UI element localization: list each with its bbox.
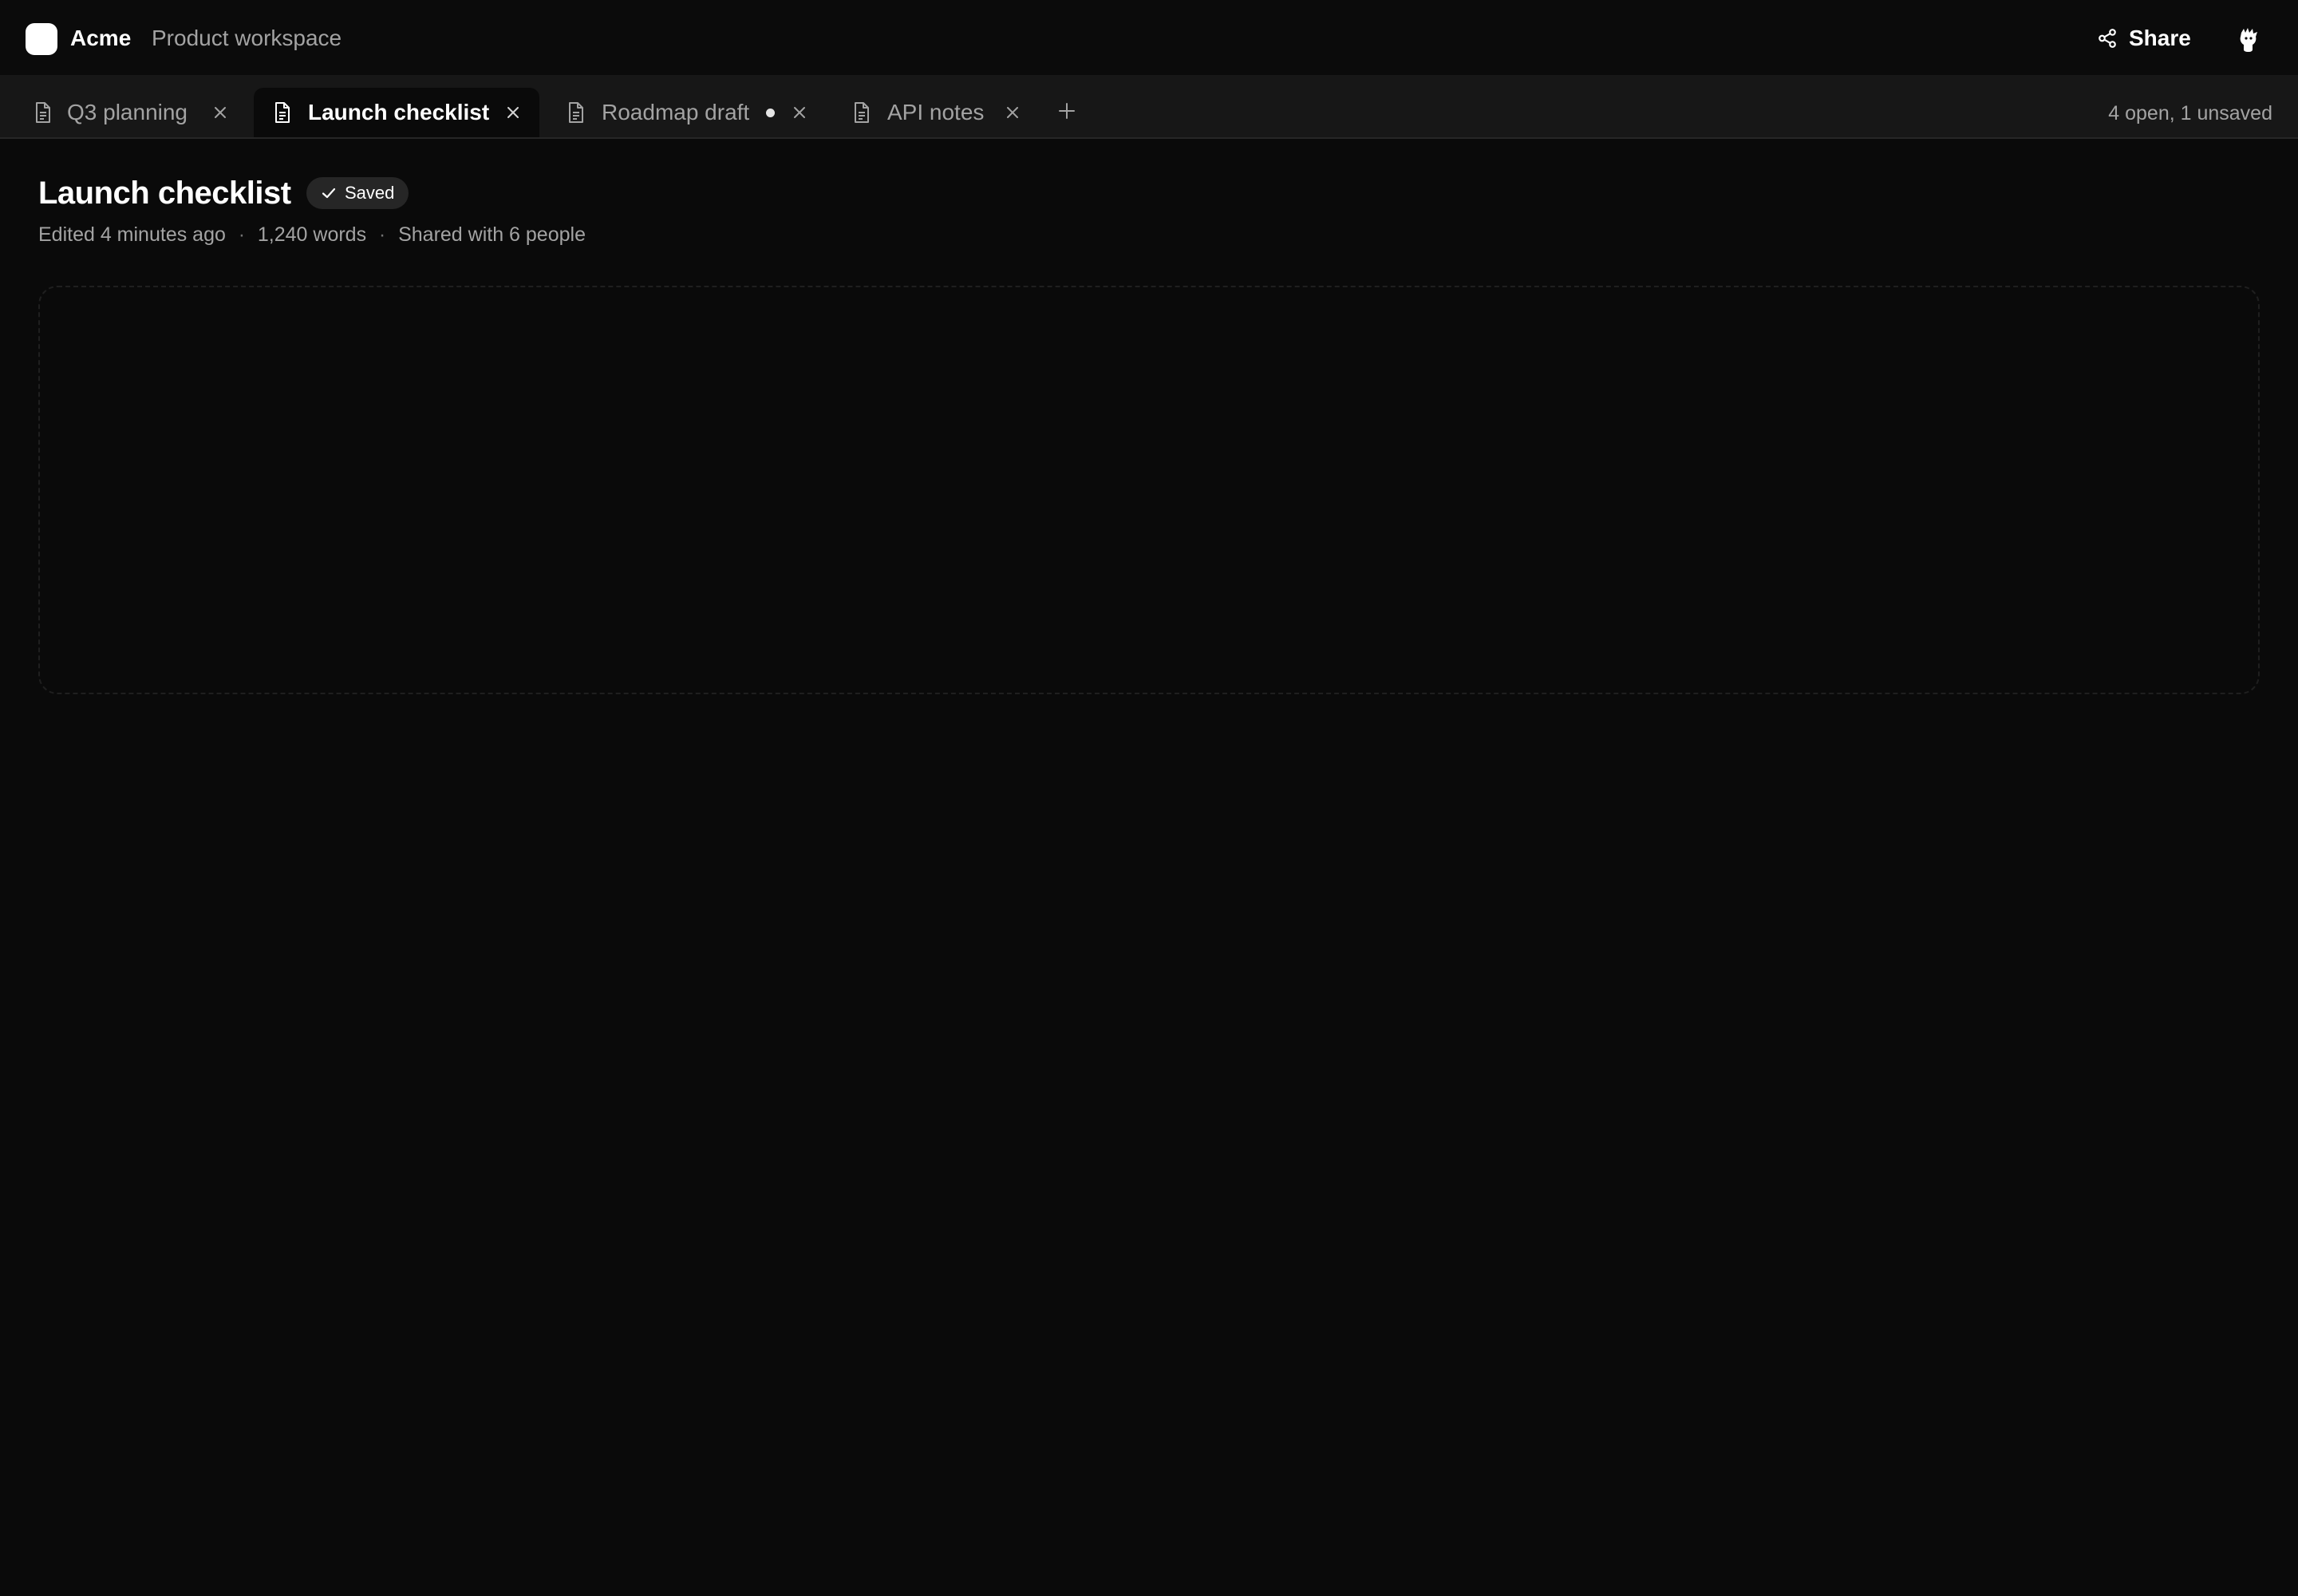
tab-label: Q3 planning (67, 100, 188, 124)
tab-label: API notes (887, 100, 985, 124)
status-badge: Saved (306, 177, 409, 209)
tab-q3-planning[interactable]: Q3 planning (22, 88, 246, 137)
tab-roadmap-draft[interactable]: Roadmap draft (555, 88, 827, 137)
check-icon (322, 188, 336, 199)
document-icon (855, 102, 869, 123)
close-icon[interactable] (503, 103, 523, 122)
close-icon[interactable] (790, 103, 809, 122)
brand-logo[interactable] (26, 23, 57, 55)
app-header: Acme Product workspace Share (0, 0, 2298, 75)
tab-status: 4 open, 1 unsaved (2108, 102, 2272, 124)
share-button[interactable]: Share (2094, 19, 2194, 57)
meta-edited: Edited 4 minutes ago (38, 223, 226, 246)
document-meta: Edited 4 minutes ago · 1,240 words · Sha… (38, 220, 586, 249)
plus-icon (1059, 103, 1075, 119)
tab-api-notes[interactable]: API notes (841, 88, 1040, 137)
share-icon (2097, 28, 2118, 49)
brand-name[interactable]: Acme (70, 22, 131, 54)
tab-strip: Q3 planning Launch checklist Roadmap dra… (0, 75, 2298, 139)
share-label: Share (2129, 26, 2191, 50)
document-icon (275, 102, 290, 123)
avatar-icon (2240, 28, 2257, 52)
page-title[interactable]: Launch checklist (38, 172, 291, 214)
tab-label: Launch checklist (308, 100, 490, 124)
close-icon[interactable] (1003, 103, 1022, 122)
meta-shared[interactable]: Shared with 6 people (398, 220, 586, 249)
document-icon (569, 102, 583, 123)
status-badge-label: Saved (345, 183, 395, 203)
new-tab-button[interactable] (1054, 98, 1080, 124)
meta-separator: · (238, 223, 246, 246)
close-icon[interactable] (211, 103, 230, 122)
document-content-area[interactable] (38, 286, 2260, 694)
meta-word-count: 1,240 words (257, 223, 367, 246)
meta-separator: · (378, 223, 386, 246)
unsaved-indicator (766, 109, 775, 117)
avatar[interactable] (2231, 22, 2266, 57)
workspace-name[interactable]: Product workspace (152, 22, 342, 54)
tab-launch-checklist[interactable]: Launch checklist (254, 88, 539, 137)
document-icon (36, 102, 50, 123)
tab-label: Roadmap draft (602, 100, 750, 124)
